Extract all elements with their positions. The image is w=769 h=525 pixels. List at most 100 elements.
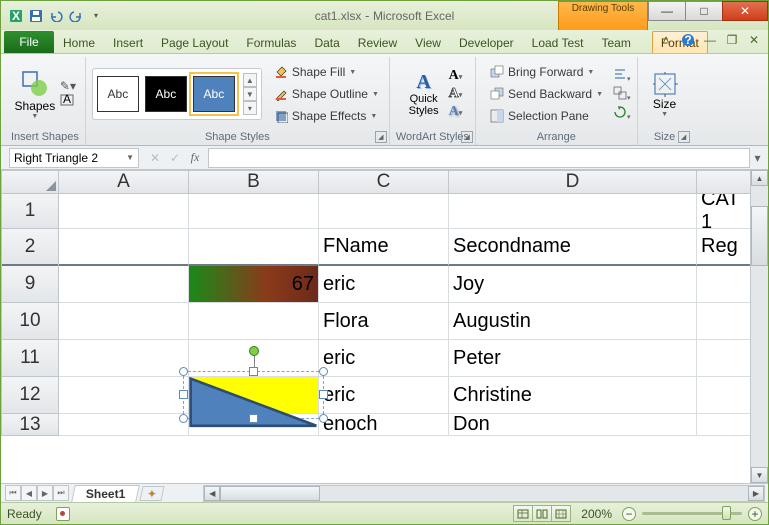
tab-load-test[interactable]: Load Test (523, 31, 593, 53)
cell[interactable] (59, 194, 189, 229)
sheet-tab-active[interactable]: Sheet1 (71, 485, 140, 502)
workbook-close-icon[interactable]: ✕ (746, 32, 762, 48)
help-icon[interactable]: ? (680, 32, 696, 48)
enter-formula-icon[interactable]: ✓ (166, 149, 184, 167)
tab-nav-prev-icon[interactable]: ◀ (21, 485, 37, 501)
shape-styles-dialog-launcher[interactable]: ◢ (375, 131, 387, 143)
size-button[interactable]: Size ▼ (644, 61, 686, 127)
macro-record-icon[interactable] (56, 507, 70, 521)
tab-data[interactable]: Data (305, 31, 348, 53)
cell[interactable] (697, 340, 757, 377)
cell[interactable] (59, 229, 189, 266)
cell[interactable] (59, 266, 189, 303)
scroll-up-icon[interactable]: ▲ (751, 170, 768, 186)
text-box-icon[interactable]: A (60, 94, 76, 109)
workbook-minimize-icon[interactable]: — (702, 32, 718, 48)
cell[interactable] (189, 303, 319, 340)
text-outline-icon[interactable]: A▾ (449, 86, 463, 102)
normal-view-icon[interactable] (513, 505, 533, 522)
zoom-slider[interactable] (642, 512, 742, 515)
group-icon[interactable]: ▾ (613, 86, 631, 103)
zoom-slider-thumb[interactable] (722, 506, 731, 520)
column-header-d[interactable]: D (449, 170, 697, 194)
style-swatch-white[interactable]: Abc (97, 76, 139, 112)
resize-handle-ne[interactable] (319, 367, 328, 376)
page-layout-view-icon[interactable] (532, 505, 552, 522)
row-header[interactable]: 13 (1, 414, 59, 436)
cell[interactable]: Reg (697, 229, 757, 266)
rotate-icon[interactable]: ▾ (613, 105, 631, 122)
page-break-view-icon[interactable] (551, 505, 571, 522)
cell-with-shape[interactable] (189, 377, 319, 414)
cell[interactable] (59, 340, 189, 377)
cell[interactable]: 67 (189, 266, 319, 303)
bring-forward-button[interactable]: Bring Forward ▼ (486, 62, 607, 82)
qat-customize-icon[interactable]: ▾ (87, 7, 105, 25)
tab-formulas[interactable]: Formulas (237, 31, 305, 53)
horizontal-scrollbar[interactable]: ◀ ▶ (203, 485, 765, 502)
column-header-e[interactable] (697, 170, 757, 194)
cancel-formula-icon[interactable]: ✕ (146, 149, 164, 167)
cell[interactable] (59, 377, 189, 414)
cell[interactable]: Joy (449, 266, 697, 303)
tab-page-layout[interactable]: Page Layout (152, 31, 237, 53)
cell[interactable]: Augustin (449, 303, 697, 340)
insert-sheet-icon[interactable]: ✦ (140, 486, 165, 501)
rotation-handle[interactable] (249, 346, 259, 356)
name-box-dropdown-icon[interactable]: ▼ (126, 153, 134, 162)
cell[interactable]: enoch (319, 414, 449, 436)
tab-view[interactable]: View (406, 31, 450, 53)
cell[interactable]: Secondname (449, 229, 697, 266)
column-header-c[interactable]: C (319, 170, 449, 194)
cell[interactable] (319, 194, 449, 229)
text-fill-icon[interactable]: A▾ (449, 68, 463, 84)
formula-input[interactable] (208, 148, 750, 168)
cell[interactable]: eric (319, 377, 449, 414)
resize-handle-sw[interactable] (179, 414, 188, 423)
resize-handle-n[interactable] (249, 367, 258, 376)
edit-shape-icon[interactable]: ✎▾ (60, 79, 76, 93)
insert-function-icon[interactable]: fx (186, 149, 204, 167)
scroll-down-icon[interactable]: ▼ (751, 467, 768, 483)
send-backward-button[interactable]: Send Backward ▼ (486, 84, 607, 104)
select-all-button[interactable] (1, 170, 59, 194)
minimize-ribbon-icon[interactable]: ˄ (658, 32, 674, 48)
scroll-right-icon[interactable]: ▶ (748, 486, 764, 501)
cell[interactable]: eric (319, 340, 449, 377)
zoom-in-button[interactable]: + (748, 507, 762, 521)
cell[interactable] (697, 377, 757, 414)
shapes-button[interactable]: Shapes ▼ (14, 61, 56, 127)
row-header[interactable]: 11 (1, 340, 59, 377)
align-icon[interactable]: ▾ (613, 67, 631, 84)
tab-review[interactable]: Review (349, 31, 406, 53)
shape-fill-button[interactable]: Shape Fill ▼ (270, 62, 383, 82)
resize-handle-e[interactable] (319, 390, 328, 399)
cell[interactable]: eric (319, 266, 449, 303)
cell[interactable]: Christine (449, 377, 697, 414)
row-header[interactable]: 1 (1, 194, 59, 229)
hscroll-thumb[interactable] (220, 486, 320, 501)
tab-developer[interactable]: Developer (450, 31, 523, 53)
style-swatch-blue[interactable]: Abc (193, 76, 235, 112)
gallery-more-icon[interactable]: ▾ (243, 101, 257, 115)
quick-styles-button[interactable]: A Quick Styles (403, 61, 445, 127)
gallery-up-icon[interactable]: ▲ (243, 73, 257, 87)
close-button[interactable]: ✕ (722, 1, 768, 21)
cell[interactable] (189, 194, 319, 229)
gallery-down-icon[interactable]: ▼ (243, 87, 257, 101)
shape-effects-button[interactable]: Shape Effects ▼ (270, 106, 383, 126)
cell[interactable] (697, 414, 757, 436)
resize-handle-se[interactable] (319, 414, 328, 423)
maximize-button[interactable]: □ (685, 1, 723, 21)
cell[interactable]: Don (449, 414, 697, 436)
row-header[interactable]: 12 (1, 377, 59, 414)
row-header[interactable]: 9 (1, 266, 59, 303)
text-effects-icon[interactable]: A▾ (449, 104, 463, 120)
tab-nav-last-icon[interactable]: ⏭ (53, 485, 69, 501)
style-swatch-black[interactable]: Abc (145, 76, 187, 112)
cell[interactable]: Peter (449, 340, 697, 377)
selection-pane-button[interactable]: Selection Pane (486, 106, 607, 126)
scroll-left-icon[interactable]: ◀ (204, 486, 220, 501)
resize-handle-s[interactable] (249, 414, 258, 423)
cell[interactable]: FName (319, 229, 449, 266)
